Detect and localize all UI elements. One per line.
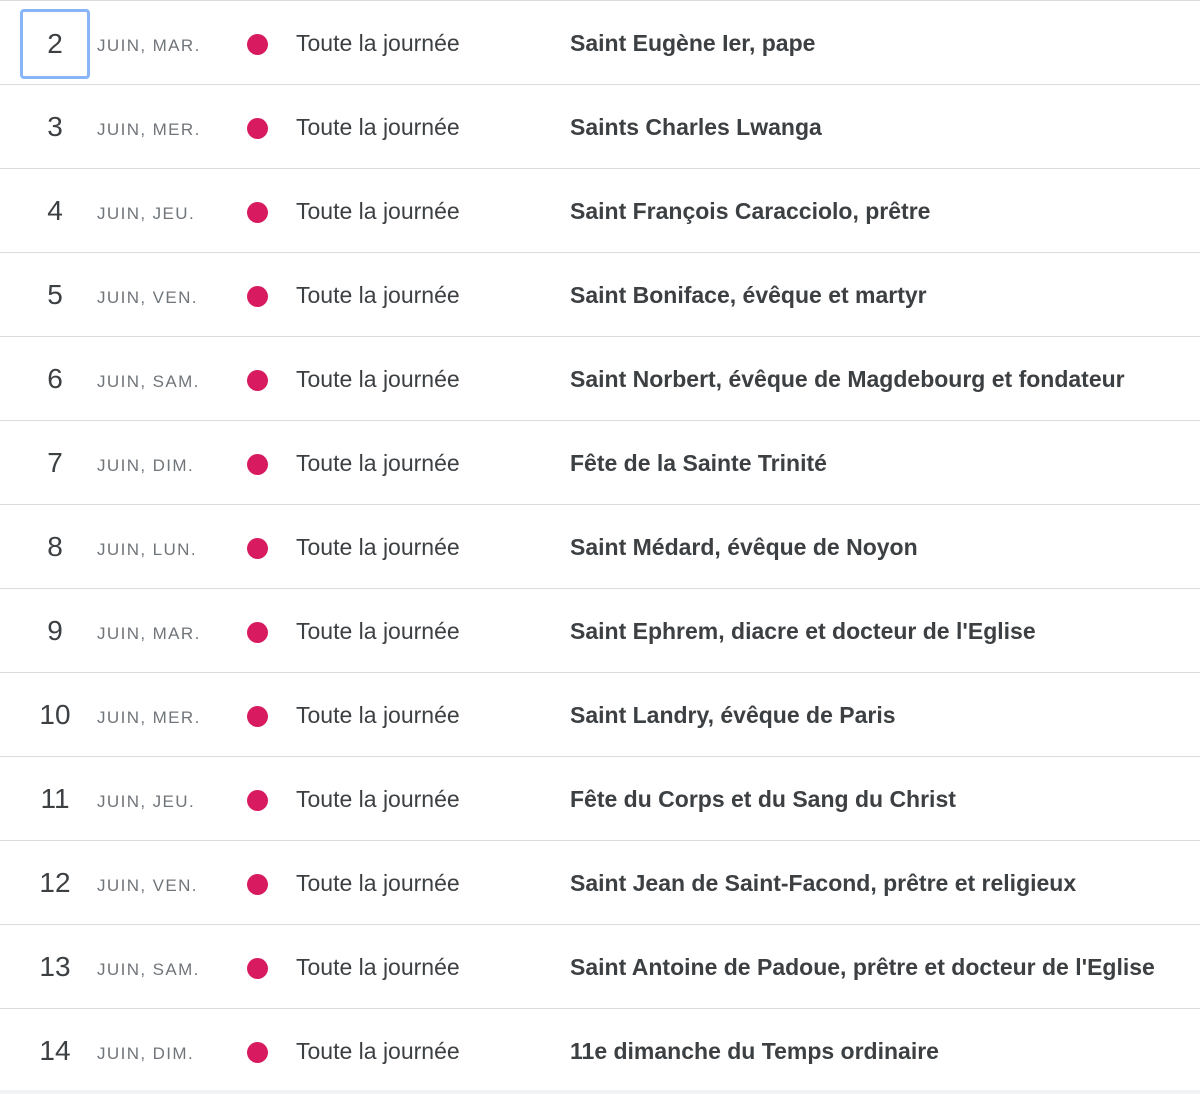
- agenda-row[interactable]: 5 JUIN, VEN. Toute la journée Saint Bonifac…: [0, 253, 1200, 337]
- event-time: Toute la journée: [296, 30, 460, 56]
- day-number-button[interactable]: 6: [20, 345, 90, 415]
- day-number-button[interactable]: 11: [20, 765, 90, 835]
- bottom-edge: [0, 1090, 1200, 1094]
- day-number-button[interactable]: 9: [20, 597, 90, 667]
- event-title[interactable]: Saint Landry, évêque de Paris: [570, 702, 896, 729]
- day-number-button[interactable]: 3: [20, 93, 90, 163]
- month-weekday-label: JUIN, DIM.: [97, 1044, 195, 1063]
- event-title[interactable]: Saint Jean de Saint-Facond, prêtre et re…: [570, 870, 1076, 897]
- event-time: Toute la journée: [296, 450, 460, 476]
- month-weekday-label: JUIN, JEU.: [97, 204, 196, 223]
- event-color-dot-icon: [247, 706, 268, 727]
- event-time: Toute la journée: [296, 702, 460, 728]
- event-title[interactable]: Saint Boniface, évêque et martyr: [570, 282, 927, 309]
- event-color-dot-icon: [247, 118, 268, 139]
- month-weekday-label: JUIN, MER.: [97, 708, 201, 727]
- event-color-dot-icon: [247, 286, 268, 307]
- agenda-row[interactable]: 10 JUIN, MER. Toute la journée Saint Landry…: [0, 673, 1200, 757]
- event-time: Toute la journée: [296, 114, 460, 140]
- agenda-row[interactable]: 13 JUIN, SAM. Toute la journée Saint Antoin…: [0, 925, 1200, 1009]
- event-time: Toute la journée: [296, 366, 460, 392]
- event-color-dot-icon: [247, 34, 268, 55]
- event-title[interactable]: Saint Norbert, évêque de Magdebourg et f…: [570, 366, 1125, 393]
- event-time: Toute la journée: [296, 1038, 460, 1064]
- event-color-dot-icon: [247, 958, 268, 979]
- day-number-button[interactable]: 14: [20, 1017, 90, 1087]
- event-color-dot-icon: [247, 874, 268, 895]
- day-number-button[interactable]: 5: [20, 261, 90, 331]
- agenda-row[interactable]: 12 JUIN, VEN. Toute la journée Saint Jean d…: [0, 841, 1200, 925]
- event-title[interactable]: Saint Eugène Ier, pape: [570, 30, 815, 57]
- event-title[interactable]: Saint Ephrem, diacre et docteur de l'Egl…: [570, 618, 1036, 645]
- event-time: Toute la journée: [296, 870, 460, 896]
- event-title[interactable]: Saints Charles Lwanga: [570, 114, 822, 141]
- event-color-dot-icon: [247, 790, 268, 811]
- day-number-button[interactable]: 12: [20, 849, 90, 919]
- event-color-dot-icon: [247, 454, 268, 475]
- event-time: Toute la journée: [296, 198, 460, 224]
- day-number-button[interactable]: 7: [20, 429, 90, 499]
- month-weekday-label: JUIN, SAM.: [97, 372, 200, 391]
- month-weekday-label: JUIN, LUN.: [97, 540, 197, 559]
- event-color-dot-icon: [247, 622, 268, 643]
- event-title[interactable]: Fête de la Sainte Trinité: [570, 450, 827, 477]
- agenda-list: 2 JUIN, MAR. Toute la journée Saint Eugène …: [0, 0, 1200, 1094]
- month-weekday-label: JUIN, MER.: [97, 120, 201, 139]
- event-title[interactable]: Saint Antoine de Padoue, prêtre et docte…: [570, 954, 1155, 981]
- event-color-dot-icon: [247, 370, 268, 391]
- agenda-row[interactable]: 11 JUIN, JEU. Toute la journée Fête du Corp…: [0, 757, 1200, 841]
- day-number-button[interactable]: 4: [20, 177, 90, 247]
- event-time: Toute la journée: [296, 786, 460, 812]
- event-title[interactable]: Saint Médard, évêque de Noyon: [570, 534, 918, 561]
- event-color-dot-icon: [247, 538, 268, 559]
- agenda-row[interactable]: 14 JUIN, DIM. Toute la journée 11e dimanche…: [0, 1009, 1200, 1093]
- day-number-button[interactable]: 2: [20, 9, 90, 79]
- event-title[interactable]: Saint François Caracciolo, prêtre: [570, 198, 930, 225]
- month-weekday-label: JUIN, VEN.: [97, 288, 198, 307]
- event-time: Toute la journée: [296, 534, 460, 560]
- month-weekday-label: JUIN, DIM.: [97, 456, 195, 475]
- month-weekday-label: JUIN, VEN.: [97, 876, 198, 895]
- day-number-button[interactable]: 8: [20, 513, 90, 583]
- agenda-row[interactable]: 8 JUIN, LUN. Toute la journée Saint Médard,…: [0, 505, 1200, 589]
- event-title[interactable]: 11e dimanche du Temps ordinaire: [570, 1038, 939, 1065]
- agenda-row[interactable]: 9 JUIN, MAR. Toute la journée Saint Ephrem,…: [0, 589, 1200, 673]
- month-weekday-label: JUIN, SAM.: [97, 960, 200, 979]
- event-color-dot-icon: [247, 202, 268, 223]
- event-time: Toute la journée: [296, 618, 460, 644]
- day-number-button[interactable]: 10: [20, 681, 90, 751]
- agenda-row[interactable]: 4 JUIN, JEU. Toute la journée Saint Françoi…: [0, 169, 1200, 253]
- event-time: Toute la journée: [296, 282, 460, 308]
- event-time: Toute la journée: [296, 954, 460, 980]
- month-weekday-label: JUIN, MAR.: [97, 36, 201, 55]
- month-weekday-label: JUIN, JEU.: [97, 792, 196, 811]
- agenda-row[interactable]: 3 JUIN, MER. Toute la journée Saints Charle…: [0, 85, 1200, 169]
- event-color-dot-icon: [247, 1042, 268, 1063]
- day-number-button[interactable]: 13: [20, 933, 90, 1003]
- agenda-row[interactable]: 6 JUIN, SAM. Toute la journée Saint Norbert…: [0, 337, 1200, 421]
- event-title[interactable]: Fête du Corps et du Sang du Christ: [570, 786, 956, 813]
- agenda-row[interactable]: 7 JUIN, DIM. Toute la journée Fête de la Sa…: [0, 421, 1200, 505]
- agenda-row[interactable]: 2 JUIN, MAR. Toute la journée Saint Eugène …: [0, 1, 1200, 85]
- month-weekday-label: JUIN, MAR.: [97, 624, 201, 643]
